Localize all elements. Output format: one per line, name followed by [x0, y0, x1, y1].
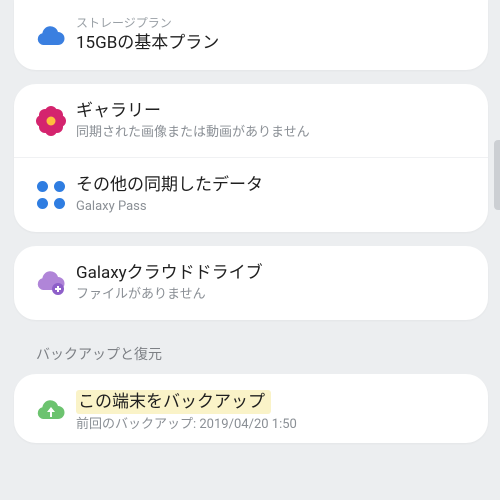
- storage-plan-card[interactable]: ストレージプラン 15GBの基本プラン: [14, 0, 488, 70]
- backup-section-header: バックアップと復元: [14, 334, 488, 374]
- cloud-drive-icon: [26, 270, 76, 296]
- other-sync-title: その他の同期したデータ: [76, 174, 474, 196]
- other-sync-sub: Galaxy Pass: [76, 198, 474, 216]
- storage-plan-value: 15GBの基本プラン: [76, 32, 474, 54]
- cloud-icon: [26, 24, 76, 46]
- gallery-row[interactable]: ギャラリー 同期された画像または動画がありません: [14, 84, 488, 158]
- grid-dots-icon: [26, 181, 76, 209]
- backup-this-device-row[interactable]: この端末をバックアップ 前回のバックアップ: 2019/04/20 1:50: [14, 374, 488, 444]
- backup-this-device-sub: 前回のバックアップ: 2019/04/20 1:50: [76, 416, 474, 434]
- other-sync-row[interactable]: その他の同期したデータ Galaxy Pass: [14, 157, 488, 232]
- gallery-title: ギャラリー: [76, 100, 474, 122]
- cloud-upload-icon: [26, 399, 76, 423]
- cloud-drive-sub: ファイルがありません: [76, 286, 474, 304]
- backup-card: この端末をバックアップ 前回のバックアップ: 2019/04/20 1:50: [14, 374, 488, 444]
- gallery-icon: [26, 106, 76, 136]
- gallery-sub: 同期された画像または動画がありません: [76, 124, 474, 142]
- cloud-drive-title: Galaxyクラウドドライブ: [76, 262, 474, 284]
- backup-this-device-title: この端末をバックアップ: [76, 390, 474, 414]
- cloud-drive-card[interactable]: Galaxyクラウドドライブ ファイルがありません: [14, 246, 488, 320]
- sync-card: ギャラリー 同期された画像または動画がありません その他の同期したデータ Gal…: [14, 84, 488, 232]
- scrollbar[interactable]: [494, 140, 500, 210]
- storage-plan-label: ストレージプラン: [76, 16, 474, 32]
